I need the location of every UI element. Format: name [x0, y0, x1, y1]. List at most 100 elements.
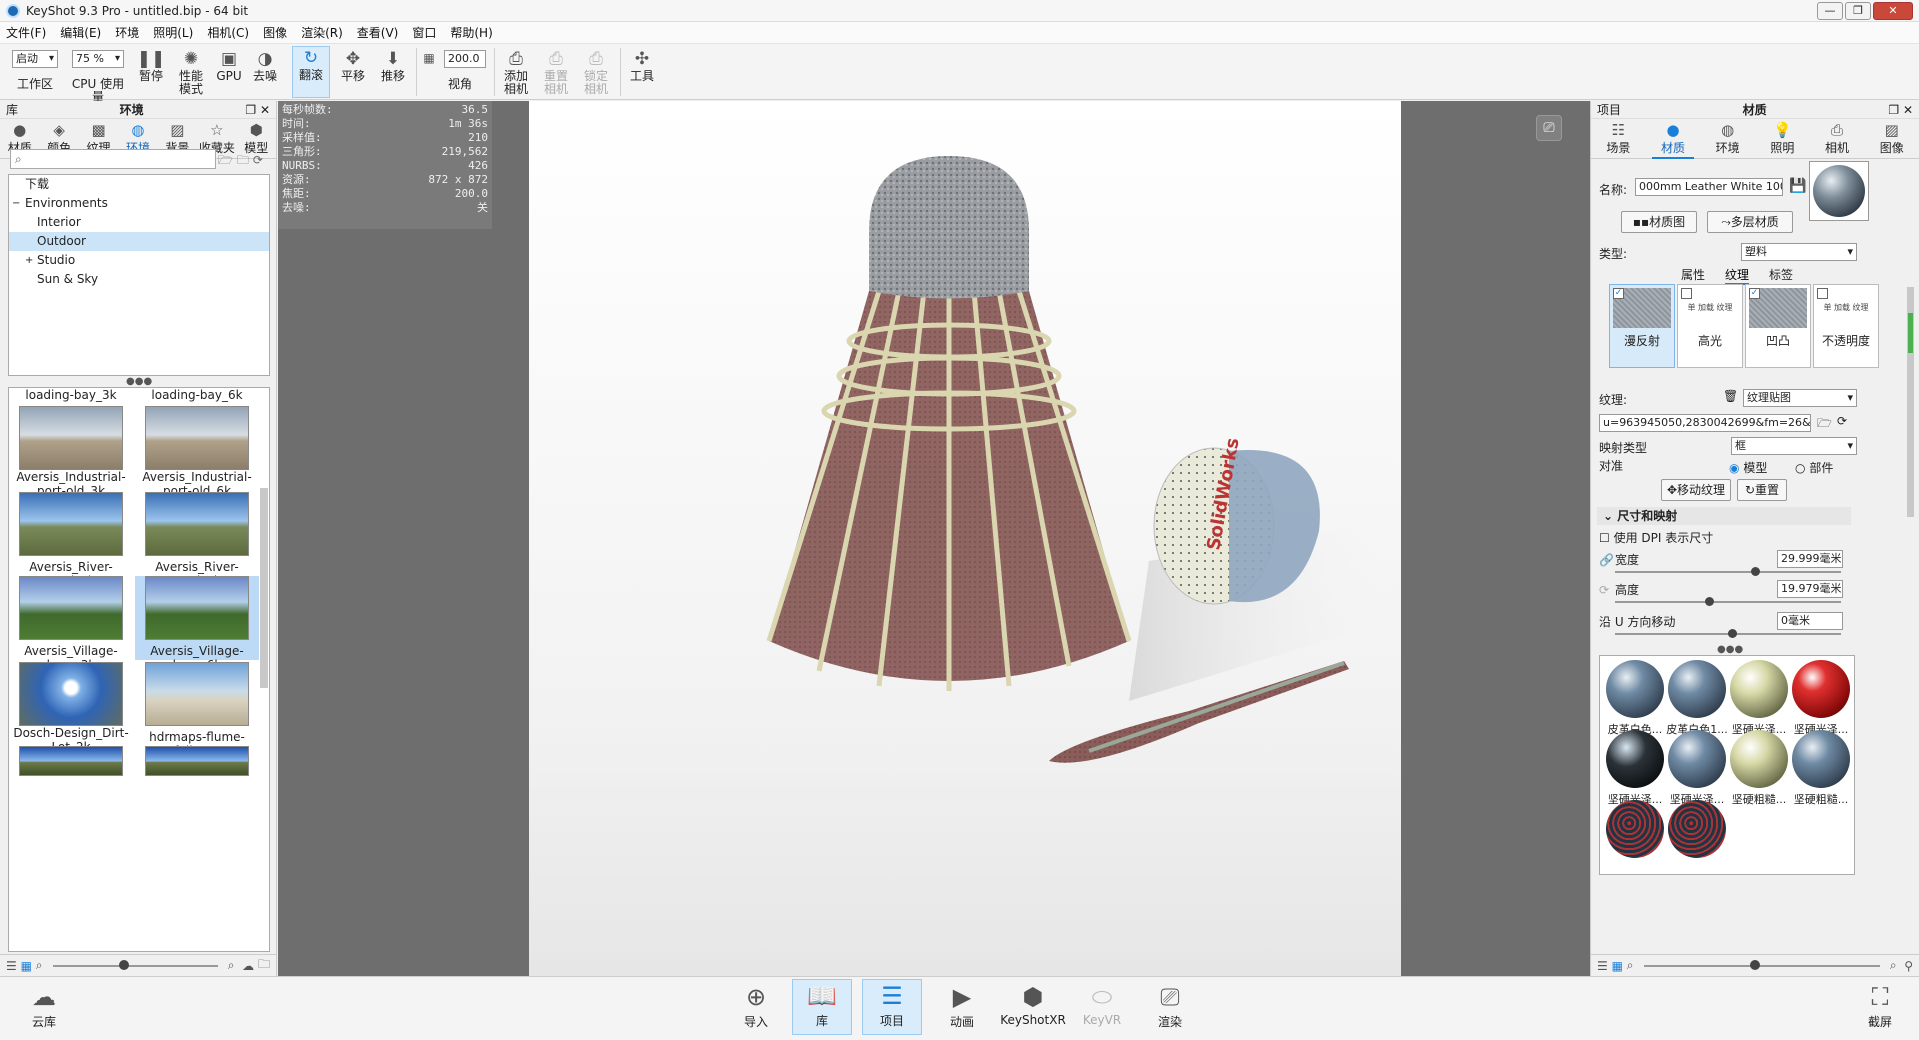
thumb-river-road-3k[interactable]: Aversis_River-road_3k [9, 492, 133, 588]
tab-lighting[interactable]: 💡 照明 [1755, 119, 1810, 158]
screenshot-button[interactable]: ⛶ 截屏 [1850, 981, 1910, 1030]
thumb-village-lawn-6k[interactable]: Aversis_Village-lawn_6k [135, 576, 259, 672]
tree-node-interior[interactable]: Interior [9, 213, 269, 232]
folder-open-icon[interactable]: 🗁 [218, 153, 237, 167]
delete-texture-icon[interactable]: 🗑 [1723, 389, 1738, 403]
opacity-checkbox[interactable] [1817, 288, 1828, 299]
thumb-partial-2[interactable] [135, 746, 259, 776]
specular-checkbox[interactable] [1681, 288, 1692, 299]
properties-scrollbar[interactable] [1907, 287, 1914, 517]
close-panel-icon[interactable]: ✕ [1903, 103, 1913, 117]
float-panel-icon[interactable]: ❐ [1888, 103, 1899, 117]
cloud-upload-icon[interactable]: ☁ [242, 959, 254, 973]
render-viewport[interactable]: SolidWorks 每秒帧数: 36.5 时间: 1m 36s 采样值: 210 三… [278, 101, 1590, 976]
subtab-properties[interactable]: 属性 [1681, 266, 1705, 285]
close-button[interactable]: ✕ [1873, 2, 1913, 20]
menu-image[interactable]: 图像 [263, 24, 287, 41]
add-camera-button[interactable]: ⎙ 添加相机 [498, 48, 534, 96]
performance-mode-button[interactable]: ✺ 性能模式 [172, 48, 210, 96]
keyvr-button[interactable]: ⬭ KeyVR [1072, 981, 1132, 1027]
folder-icon[interactable]: 🗀 [258, 955, 270, 976]
lock-camera-button[interactable]: ⎙ 锁定相机 [578, 48, 614, 96]
render-image[interactable]: SolidWorks [529, 101, 1401, 976]
material-preview[interactable] [1809, 161, 1869, 221]
cloud-library-button[interactable]: ☁ 云库 [14, 981, 74, 1030]
grid-view-icon[interactable]: ▦ [1612, 959, 1623, 973]
splitter-handle[interactable]: ●●● [126, 376, 152, 387]
menu-edit[interactable]: 编辑(E) [60, 24, 101, 41]
material-swatch[interactable]: 坚硬粗糙... [1724, 730, 1794, 807]
material-swatch[interactable]: 皮革白色1... [1662, 660, 1732, 737]
channel-diffuse[interactable]: ✓ 漫反射 [1609, 284, 1675, 368]
pause-button[interactable]: ❚❚ 暂停 [134, 48, 168, 83]
link-icon[interactable]: 🔗 [1599, 553, 1614, 567]
maximize-button[interactable]: ❐ [1845, 2, 1871, 20]
material-graph-button[interactable]: ▪▪材质图 [1621, 211, 1697, 233]
reset-camera-button[interactable]: ⎙ 重置相机 [538, 48, 574, 96]
menu-camera[interactable]: 相机(C) [207, 24, 249, 41]
pan-button[interactable]: ✥ 平移 [336, 48, 370, 83]
move-texture-button[interactable]: ✥移动纹理 [1661, 479, 1731, 501]
zoom-in-icon[interactable]: ⌕ [228, 958, 235, 973]
keyshotxr-button[interactable]: ⬢ KeyShotXR [998, 981, 1068, 1027]
menu-render[interactable]: 渲染(R) [301, 24, 343, 41]
minimize-button[interactable]: — [1817, 2, 1843, 20]
folder-add-icon[interactable]: 🗀 [237, 153, 253, 167]
splitter-handle[interactable]: ●●● [1717, 644, 1743, 655]
thumbnail-scrollbar[interactable] [260, 488, 268, 688]
material-swatch[interactable]: 坚硬光泽... [1600, 730, 1670, 807]
refresh-icon[interactable]: ⟳ [1599, 583, 1609, 597]
material-swatch[interactable] [1600, 800, 1670, 861]
float-panel-icon[interactable]: ❐ [245, 103, 256, 117]
material-swatch[interactable]: 坚硬粗糙... [1786, 730, 1856, 807]
save-material-icon[interactable]: 💾 [1789, 178, 1806, 194]
thumb-river-road-6k[interactable]: Aversis_River-road_6k [135, 492, 259, 588]
menu-lighting[interactable]: 照明(L) [153, 24, 193, 41]
channel-specular[interactable]: 单 加载 纹理 高光 [1677, 284, 1743, 368]
thumbnail-size-slider[interactable] [52, 959, 218, 970]
height-input[interactable]: 19.979毫米 [1777, 580, 1843, 598]
thumb-flume-fella-3k[interactable]: hdrmaps-flume-fella-3K [135, 662, 259, 758]
reload-texture-icon[interactable]: ⟳ [1837, 414, 1847, 428]
subtab-textures[interactable]: 纹理 [1725, 266, 1750, 285]
material-swatch[interactable]: 坚硬光泽... [1724, 660, 1794, 737]
library-search-input[interactable]: ⌕ [10, 149, 216, 169]
tab-scene[interactable]: ☷ 场景 [1591, 119, 1646, 158]
close-panel-icon[interactable]: ✕ [260, 103, 270, 117]
material-name-input[interactable]: 000mm Leather White 1000mm #2 [1635, 178, 1783, 196]
texture-file-input[interactable]: u=963945050,2830042699&fm=26&gp=0.jpg [1599, 414, 1811, 432]
denoise-button[interactable]: ◑ 去噪 [248, 48, 282, 83]
tumble-button[interactable]: ↻ 翻滚 [292, 46, 330, 98]
material-swatch[interactable]: 坚硬光泽... [1786, 660, 1856, 737]
width-slider[interactable] [1615, 567, 1841, 576]
menu-window[interactable]: 窗口 [412, 24, 436, 41]
menu-environment[interactable]: 环境 [115, 24, 139, 41]
zoom-out-icon[interactable]: ⌕ [1627, 958, 1634, 973]
subtab-labels[interactable]: 标签 [1769, 266, 1793, 285]
viewport-camera-icon[interactable]: ⎚ [1536, 115, 1562, 141]
cpu-usage-select[interactable]: 75 % [72, 50, 124, 68]
open-file-icon[interactable]: 🗁 [1817, 414, 1832, 435]
library-button[interactable]: 📖 库 [792, 979, 852, 1035]
texture-type-select[interactable]: 纹理贴图 [1743, 389, 1857, 407]
gpu-button[interactable]: ▣ GPU [214, 48, 244, 83]
fov-input[interactable]: 200.0 [444, 50, 486, 68]
import-button[interactable]: ⊕ 导入 [726, 981, 786, 1030]
material-swatch[interactable] [1662, 800, 1732, 861]
tree-node-outdoor[interactable]: Outdoor [9, 232, 269, 251]
reset-button[interactable]: ↻重置 [1737, 479, 1787, 501]
height-slider[interactable] [1615, 597, 1841, 606]
menu-file[interactable]: 文件(F) [6, 24, 46, 41]
tab-environment[interactable]: ◍ 环境 [1700, 119, 1755, 158]
grid-view-icon[interactable]: ▦ [21, 959, 32, 973]
list-view-icon[interactable]: ☰ [6, 959, 17, 973]
tab-camera[interactable]: ⎙ 相机 [1810, 119, 1865, 158]
use-dpi-checkbox[interactable]: ☐ 使用 DPI 表示尺寸 [1599, 529, 1713, 546]
tree-node-studio[interactable]: + Studio [9, 251, 269, 270]
dolly-button[interactable]: ⬇ 推移 [376, 48, 410, 83]
filter-icon[interactable]: ⚲ [1904, 959, 1913, 973]
material-size-slider[interactable] [1643, 959, 1880, 970]
channel-opacity[interactable]: 单 加载 纹理 不透明度 [1813, 284, 1879, 368]
multi-material-button[interactable]: ⤳多层材质 [1707, 211, 1793, 233]
refresh-icon[interactable]: ⟳ [253, 153, 267, 167]
